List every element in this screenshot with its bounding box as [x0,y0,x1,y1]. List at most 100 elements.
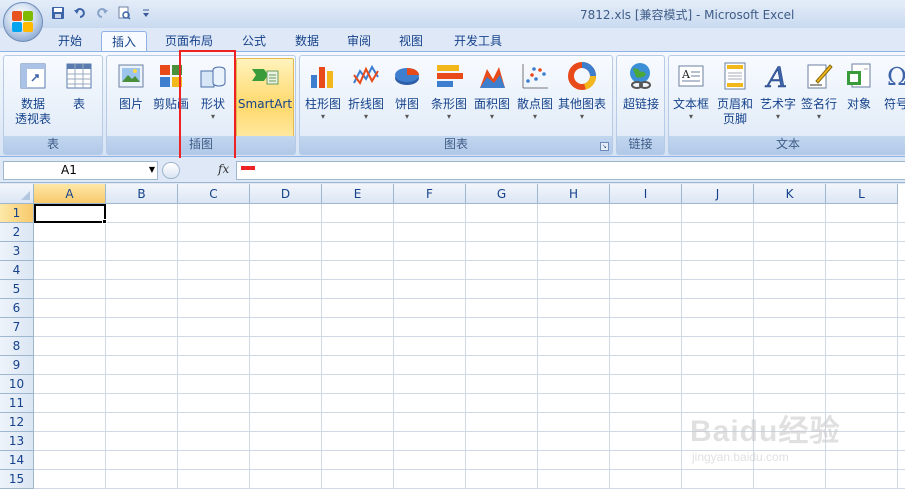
pivot-table-icon [18,61,48,91]
tab-page-layout[interactable]: 页面布局 [155,31,223,52]
gridline [609,204,610,489]
tab-review[interactable]: 审阅 [337,31,381,52]
formula-input[interactable] [236,161,905,180]
column-header[interactable]: A [34,184,106,204]
pivot-table-button[interactable]: 数据 透视表 [8,59,58,127]
scatter-chart-dropdown-icon: ▾ [532,112,537,121]
row-header[interactable]: 14 [0,451,34,470]
watermark-url: jingyan.baidu.com [692,450,789,464]
select-all-button[interactable] [0,184,34,204]
group-links: 超链接 链接 [616,55,665,155]
row-header[interactable]: 11 [0,394,34,413]
column-chart-icon [308,61,338,91]
row-header[interactable]: 3 [0,242,34,261]
name-box-value: A1 [61,163,77,177]
column-header[interactable]: E [322,184,394,204]
column-header[interactable]: C [178,184,250,204]
textbox-button[interactable]: A 文本框 ▾ [671,59,711,122]
tab-developer[interactable]: 开发工具 [444,31,512,52]
other-charts-icon [567,61,597,91]
column-header[interactable]: L [826,184,898,204]
column-header[interactable]: K [754,184,826,204]
column-header[interactable]: B [106,184,178,204]
ribbon: 数据 透视表 表 表 图片 剪贴画 形状 ▾ SmartArt 插图 柱形图 ▾… [0,51,905,157]
picture-icon [116,61,146,91]
column-header[interactable]: I [610,184,682,204]
group-charts-label: 图表 [300,136,612,154]
smartart-label: SmartArt [237,97,293,111]
row-header[interactable]: 10 [0,375,34,394]
scatter-chart-button[interactable]: 散点图 ▾ [514,59,556,122]
gridline [465,204,466,489]
customize-qat-icon[interactable] [138,5,154,21]
column-header[interactable]: D [250,184,322,204]
pie-chart-dropdown-icon: ▾ [404,112,409,121]
row-header[interactable]: 12 [0,413,34,432]
ribbon-tabs: 开始 插入 页面布局 公式 数据 审阅 视图 开发工具 [0,28,905,52]
save-icon[interactable] [50,5,66,21]
header-footer-icon [720,61,750,91]
print-preview-icon[interactable] [116,5,132,21]
area-chart-button[interactable]: 面积图 ▾ [471,59,513,122]
active-cell-A1[interactable] [34,204,106,223]
baidu-watermark: Baidu经验 jingyan.baidu.com [680,398,880,468]
name-box-dropdown-icon[interactable]: ▼ [149,165,155,174]
row-header[interactable]: 5 [0,280,34,299]
row-header[interactable]: 8 [0,337,34,356]
gridline [897,204,898,489]
row-header[interactable]: 7 [0,318,34,337]
group-text: A 文本框 ▾ 页眉和 页脚 A 艺术字 ▾ 签名行 ▾ 对象 Ω 符号 文本 [668,55,905,155]
column-header[interactable]: G [466,184,538,204]
redo-icon[interactable] [94,5,110,21]
object-label: 对象 [846,97,871,111]
column-header[interactable]: J [682,184,754,204]
undo-icon[interactable] [72,5,88,21]
wordart-label: 艺术字 [759,97,796,111]
smartart-button[interactable]: SmartArt [236,59,294,112]
name-box[interactable]: A1 ▼ [3,161,158,180]
table-icon [64,61,94,91]
tab-data[interactable]: 数据 [285,31,329,52]
row-header[interactable]: 9 [0,356,34,375]
fill-handle[interactable] [102,219,107,224]
picture-label: 图片 [118,97,143,111]
column-header[interactable]: H [538,184,610,204]
other-charts-button[interactable]: 其他图表 ▾ [556,59,608,122]
insert-function-icon[interactable]: fx [218,162,229,176]
formula-expand-icon[interactable] [162,162,180,179]
gridline [34,469,905,470]
wordart-button[interactable]: A 艺术字 ▾ [757,59,799,122]
gridline [34,298,905,299]
pie-chart-button[interactable]: 饼图 ▾ [388,59,426,122]
row-header[interactable]: 4 [0,261,34,280]
object-button[interactable]: 对象 [841,59,877,112]
table-button[interactable]: 表 [59,59,99,112]
row-header[interactable]: 15 [0,470,34,489]
column-chart-button[interactable]: 柱形图 ▾ [302,59,344,122]
hyperlink-label: 超链接 [622,97,659,111]
picture-button[interactable]: 图片 [113,59,149,112]
bar-chart-button[interactable]: 条形图 ▾ [428,59,470,122]
row-header[interactable]: 2 [0,223,34,242]
hyperlink-button[interactable]: 超链接 [619,59,663,112]
charts-dialog-launcher-icon[interactable]: ↘ [600,142,609,151]
quick-access-toolbar [50,5,154,21]
hyperlink-icon [626,61,656,91]
signature-line-button[interactable]: 签名行 ▾ [799,59,839,122]
tab-home[interactable]: 开始 [48,31,92,52]
gridline [393,204,394,489]
row-header[interactable]: 13 [0,432,34,451]
row-header[interactable]: 1 [0,204,34,223]
line-chart-dropdown-icon: ▾ [363,112,368,121]
column-header[interactable]: F [394,184,466,204]
tab-insert[interactable]: 插入 [101,31,148,52]
wordart-icon: A [763,61,793,95]
gridline [34,355,905,356]
line-chart-button[interactable]: 折线图 ▾ [345,59,387,122]
symbol-button[interactable]: Ω 符号 [881,59,905,112]
row-header[interactable]: 6 [0,299,34,318]
tab-view[interactable]: 视图 [389,31,433,52]
header-footer-button[interactable]: 页眉和 页脚 [713,59,757,127]
office-button[interactable] [3,2,43,42]
tab-formulas[interactable]: 公式 [232,31,276,52]
